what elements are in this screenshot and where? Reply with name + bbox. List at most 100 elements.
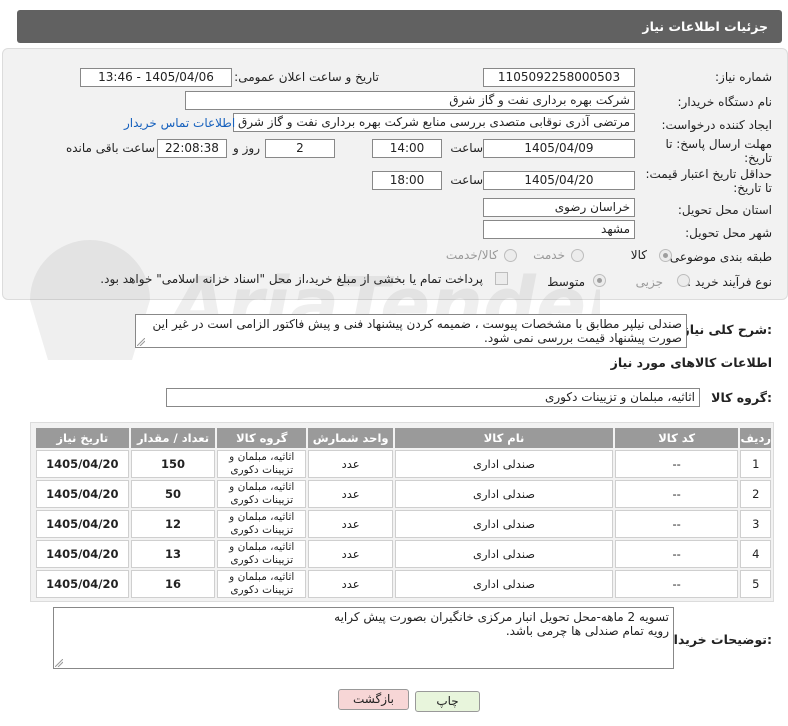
table-row[interactable]: 3 -- صندلی اداری عدد اثاثیه، مبلمان و تزی… xyxy=(36,510,771,538)
requester-label: ایجاد کننده درخواست: xyxy=(661,118,772,132)
cell-group-line2: تزیینات دکوری xyxy=(230,584,294,596)
remaining-time-field[interactable]: 22:08:38 xyxy=(157,139,227,158)
header-row-number: ردیف xyxy=(740,428,771,448)
cell-date: 1405/04/20 xyxy=(36,570,129,598)
cell-group-line2: تزیینات دکوری xyxy=(230,494,294,506)
cell-row-number: 5 xyxy=(740,570,771,598)
buyer-notes-line2: رویه تمام صندلی ها چرمی باشد. xyxy=(505,624,669,638)
deadline-time-field[interactable]: 14:00 xyxy=(372,139,442,158)
cell-code: -- xyxy=(614,540,739,568)
table-row[interactable]: 5 -- صندلی اداری عدد اثاثیه، مبلمان و تزی… xyxy=(36,570,771,598)
need-number-field[interactable]: 1105092258000503 xyxy=(483,68,635,87)
cell-unit: عدد xyxy=(308,540,394,568)
city-label: شهر محل تحویل: xyxy=(685,226,772,240)
buyer-org-field[interactable]: شرکت بهره برداری نفت و گاز شرق xyxy=(185,91,635,110)
page-title: جزئیات اطلاعات نیاز xyxy=(642,19,768,34)
cell-quantity: 150 xyxy=(130,450,216,478)
cell-unit: عدد xyxy=(308,570,394,598)
cell-name: صندلی اداری xyxy=(395,480,613,508)
category-radio-goods[interactable] xyxy=(659,249,672,262)
goods-table: ردیف کد کالا نام کالا واحد شمارش گروه کا… xyxy=(34,426,773,600)
validity-time-label: ساعت xyxy=(450,173,483,187)
cell-date: 1405/04/20 xyxy=(36,450,129,478)
announce-datetime-field[interactable]: 1405/04/06 - 13:46 xyxy=(80,68,232,87)
description-text: صندلی نیلپر مطابق با مشخصات پیوست ، ضمیم… xyxy=(152,317,682,345)
cell-group-line2: تزیینات دکوری xyxy=(230,524,294,536)
cell-unit: عدد xyxy=(308,450,394,478)
category-option-goods-service: کالا/خدمت xyxy=(445,248,498,262)
buyer-notes-line1: تسویه 2 ماهه-محل تحویل انبار مرکزی خانگی… xyxy=(334,610,669,624)
cell-row-number: 1 xyxy=(740,450,771,478)
cell-group-line1: اثاثیه، مبلمان و xyxy=(229,481,295,493)
validity-date-field[interactable]: 1405/04/20 xyxy=(483,171,635,190)
description-textarea[interactable]: صندلی نیلپر مطابق با مشخصات پیوست ، ضمیم… xyxy=(135,314,687,348)
province-field[interactable]: خراسان رضوی xyxy=(483,198,635,217)
treasury-payment-note: پرداخت تمام یا بخشی از مبلغ خرید،از محل … xyxy=(100,272,483,286)
cell-quantity: 50 xyxy=(130,480,216,508)
table-row[interactable]: 2 -- صندلی اداری عدد اثاثیه، مبلمان و تزی… xyxy=(36,480,771,508)
cell-name: صندلی اداری xyxy=(395,540,613,568)
cell-group: اثاثیه، مبلمان و تزیینات دکوری xyxy=(217,510,307,538)
category-option-goods: کالا xyxy=(630,248,647,262)
goods-group-label: گروه کالا: xyxy=(711,390,772,405)
process-radio-medium[interactable] xyxy=(593,274,606,287)
table-header-row: ردیف کد کالا نام کالا واحد شمارش گروه کا… xyxy=(36,428,771,448)
table-row[interactable]: 1 -- صندلی اداری عدد اثاثیه، مبلمان و تزی… xyxy=(36,450,771,478)
remaining-time-label: ساعت باقی مانده xyxy=(65,141,155,155)
cell-group-line1: اثاثیه، مبلمان و xyxy=(229,571,295,583)
deadline-time-label: ساعت xyxy=(450,141,483,155)
province-label: استان محل تحویل: xyxy=(677,203,772,217)
buyer-org-label: نام دستگاه خریدار: xyxy=(677,95,773,109)
cell-name: صندلی اداری xyxy=(395,510,613,538)
page-header: جزئیات اطلاعات نیاز xyxy=(17,10,782,43)
validity-time-field[interactable]: 18:00 xyxy=(372,171,442,190)
cell-group-line1: اثاثیه، مبلمان و xyxy=(229,541,295,553)
cell-group-line1: اثاثیه، مبلمان و xyxy=(229,511,295,523)
buyer-notes-label: توضیحات خریدار: xyxy=(666,632,772,647)
table-row[interactable]: 4 -- صندلی اداری عدد اثاثیه، مبلمان و تزی… xyxy=(36,540,771,568)
cell-code: -- xyxy=(614,570,739,598)
cell-date: 1405/04/20 xyxy=(36,540,129,568)
header-group: گروه کالا xyxy=(217,428,307,448)
cell-row-number: 2 xyxy=(740,480,771,508)
header-quantity: تعداد / مقدار xyxy=(130,428,216,448)
need-number-label: شماره نیاز: xyxy=(715,70,772,84)
goods-group-field[interactable]: اثاثیه، مبلمان و تزیینات دکوری xyxy=(166,388,700,407)
goods-table-container: ردیف کد کالا نام کالا واحد شمارش گروه کا… xyxy=(30,422,774,602)
notes-resize-grip-icon[interactable] xyxy=(55,659,63,667)
cell-code: -- xyxy=(614,480,739,508)
header-unit: واحد شمارش xyxy=(308,428,394,448)
header-code: کد کالا xyxy=(614,428,739,448)
cell-date: 1405/04/20 xyxy=(36,480,129,508)
cell-group: اثاثیه، مبلمان و تزیینات دکوری xyxy=(217,570,307,598)
deadline-date-field[interactable]: 1405/04/09 xyxy=(483,139,635,158)
validity-label-line2: تا تاریخ: xyxy=(733,181,772,195)
category-radio-service[interactable] xyxy=(571,249,584,262)
cell-name: صندلی اداری xyxy=(395,450,613,478)
process-radio-minor[interactable] xyxy=(677,274,690,287)
process-option-minor: جزیی xyxy=(635,275,663,289)
cell-quantity: 13 xyxy=(130,540,216,568)
cell-name: صندلی اداری xyxy=(395,570,613,598)
category-option-service: خدمت xyxy=(533,248,565,262)
buyer-contact-link[interactable]: اطلاعات تماس خریدار xyxy=(124,116,235,130)
cell-group-line2: تزیینات دکوری xyxy=(230,464,294,476)
cell-unit: عدد xyxy=(308,510,394,538)
city-field[interactable]: مشهد xyxy=(483,220,635,239)
cell-row-number: 3 xyxy=(740,510,771,538)
print-button[interactable]: چاپ xyxy=(415,691,480,712)
validity-label-line1: حداقل تاریخ اعتبار قیمت: xyxy=(645,167,772,181)
header-date: تاریخ نیاز xyxy=(36,428,129,448)
resize-grip-icon[interactable] xyxy=(137,338,145,346)
category-radio-goods-service[interactable] xyxy=(504,249,517,262)
goods-section-title: اطلاعات کالاهای مورد نیاز xyxy=(610,355,772,370)
treasury-payment-checkbox[interactable] xyxy=(495,272,508,285)
cell-group: اثاثیه، مبلمان و تزیینات دکوری xyxy=(217,450,307,478)
description-label: شرح کلی نیاز: xyxy=(682,322,773,337)
requester-field[interactable]: مرتضی آذری نوقابی متصدی بررسی منابع شرکت… xyxy=(233,113,635,132)
days-remaining-field[interactable]: 2 xyxy=(265,139,335,158)
buyer-notes-textarea[interactable]: تسویه 2 ماهه-محل تحویل انبار مرکزی خانگی… xyxy=(53,607,674,669)
days-label: روز و xyxy=(233,141,260,155)
back-button[interactable]: بازگشت xyxy=(338,689,409,710)
deadline-label-line2: تاریخ: xyxy=(744,151,772,165)
